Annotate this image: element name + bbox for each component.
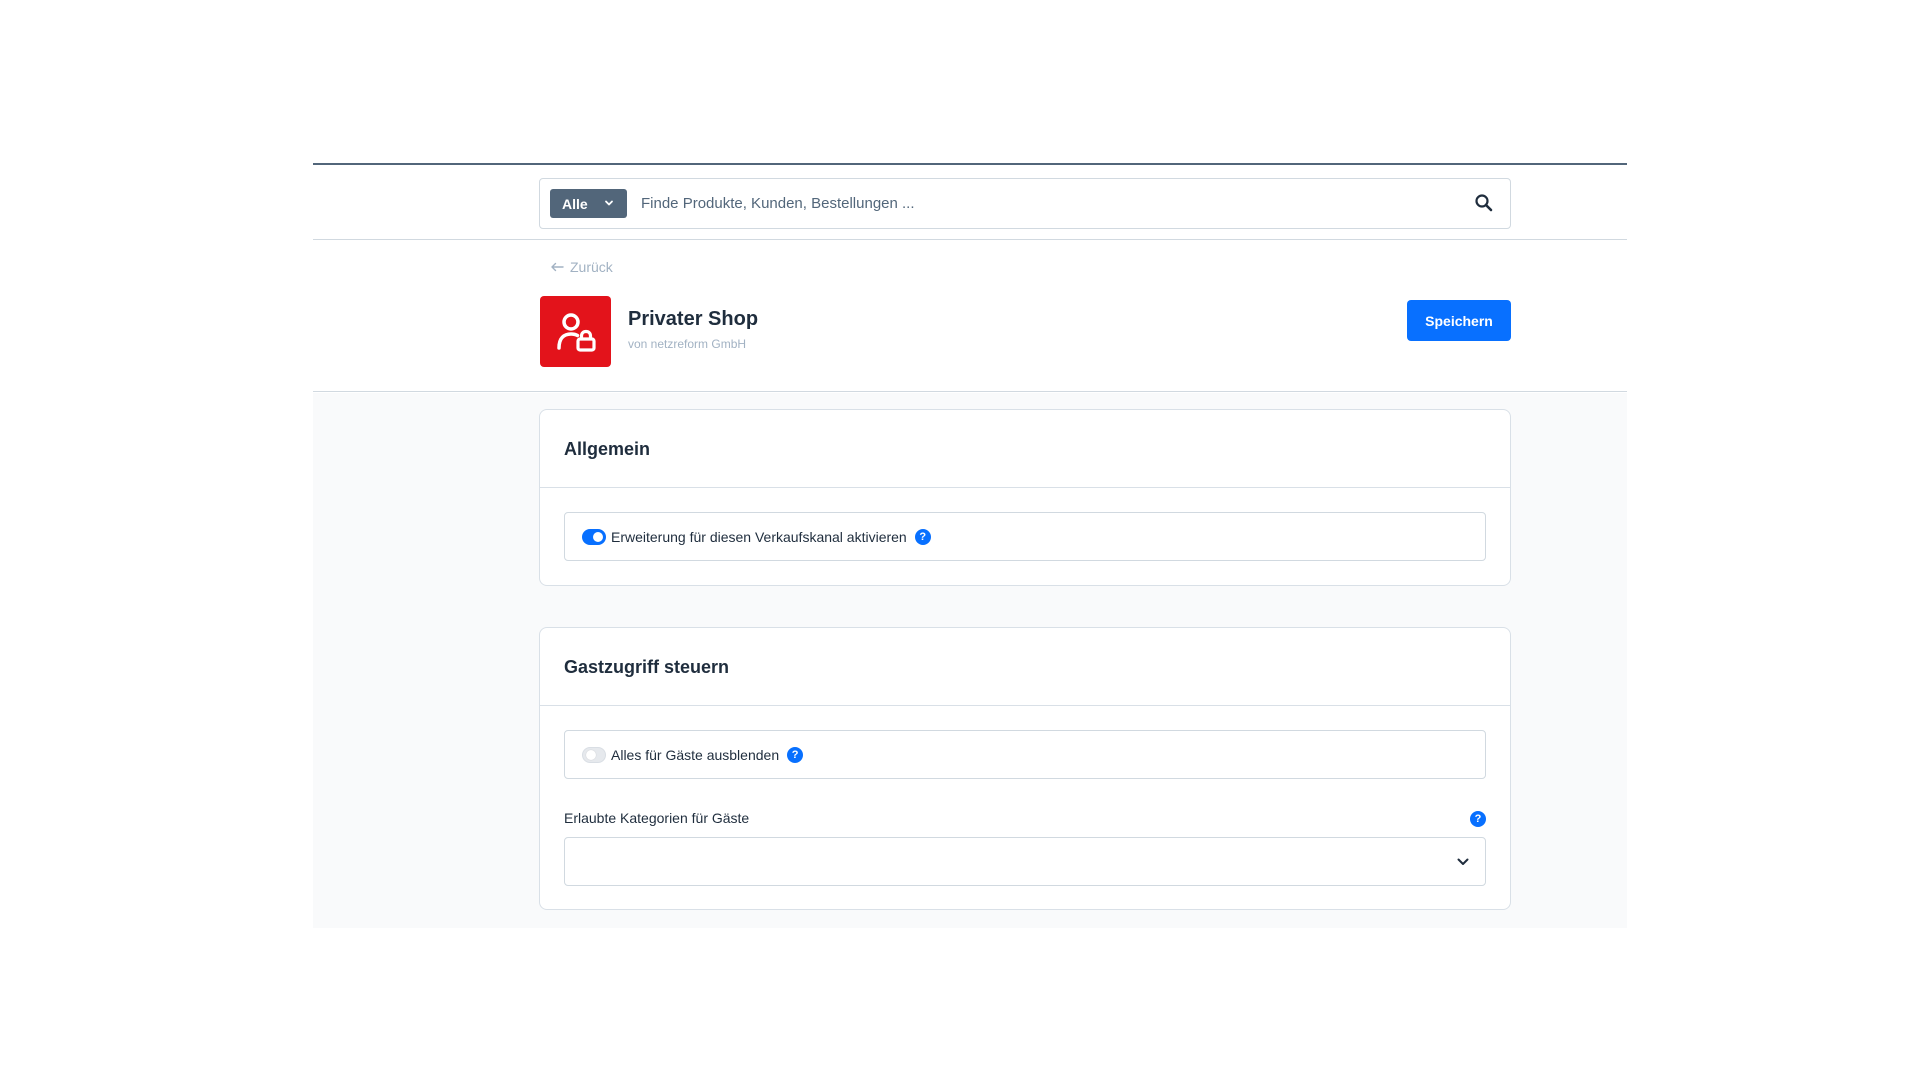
chevron-down-icon — [1457, 858, 1469, 865]
chevron-down-icon — [605, 200, 613, 206]
app-container: Alle Zurück — [313, 163, 1627, 928]
content-area: Allgemein Erweiterung für diesen Verkauf… — [313, 393, 1627, 928]
user-lock-icon — [556, 312, 596, 352]
search-icon[interactable] — [1474, 193, 1494, 213]
card-general: Allgemein Erweiterung für diesen Verkauf… — [539, 409, 1511, 586]
arrow-left-icon — [551, 262, 564, 272]
hide-all-field: Alles für Gäste ausblenden ? — [564, 730, 1486, 779]
activate-toggle[interactable] — [582, 528, 606, 545]
back-link[interactable]: Zurück — [550, 259, 613, 275]
save-button[interactable]: Speichern — [1407, 300, 1511, 341]
help-icon[interactable]: ? — [914, 528, 931, 545]
search-bar-area: Alle — [313, 165, 1627, 240]
help-icon[interactable]: ? — [787, 746, 804, 763]
categories-label: Erlaubte Kategorien für Gäste — [564, 810, 750, 826]
hide-all-toggle[interactable] — [582, 746, 606, 763]
card-body-guest: Alles für Gäste ausblenden ? Erlaubte Ka… — [540, 706, 1510, 910]
app-logo — [540, 296, 611, 367]
activate-label: Erweiterung für diesen Verkaufskanal akt… — [611, 528, 907, 545]
help-icon[interactable]: ? — [1470, 811, 1486, 827]
card-guest-access: Gastzugriff steuern Alles für Gäste ausb… — [539, 627, 1511, 910]
toggle-knob — [586, 749, 596, 760]
card-body-general: Erweiterung für diesen Verkaufskanal akt… — [540, 488, 1510, 585]
toggle-knob — [593, 531, 603, 542]
page-header: Zurück Privater Shop von netzreform GmbH… — [313, 241, 1627, 392]
search-type-dropdown[interactable]: Alle — [550, 189, 627, 218]
app-vendor: von netzreform GmbH — [628, 337, 747, 351]
search-input[interactable] — [641, 189, 1441, 218]
categories-label-row: Erlaubte Kategorien für Gäste ? — [564, 810, 1486, 830]
activate-field: Erweiterung für diesen Verkaufskanal akt… — [564, 512, 1486, 561]
back-link-label: Zurück — [570, 259, 613, 275]
card-title-general: Allgemein — [540, 410, 1510, 488]
card-title-guest: Gastzugriff steuern — [540, 628, 1510, 706]
search-type-label: Alle — [562, 195, 588, 212]
categories-select[interactable] — [564, 837, 1486, 886]
hide-all-label: Alles für Gäste ausblenden — [611, 746, 780, 763]
global-search: Alle — [539, 178, 1511, 229]
page-title: Privater Shop — [628, 308, 759, 330]
